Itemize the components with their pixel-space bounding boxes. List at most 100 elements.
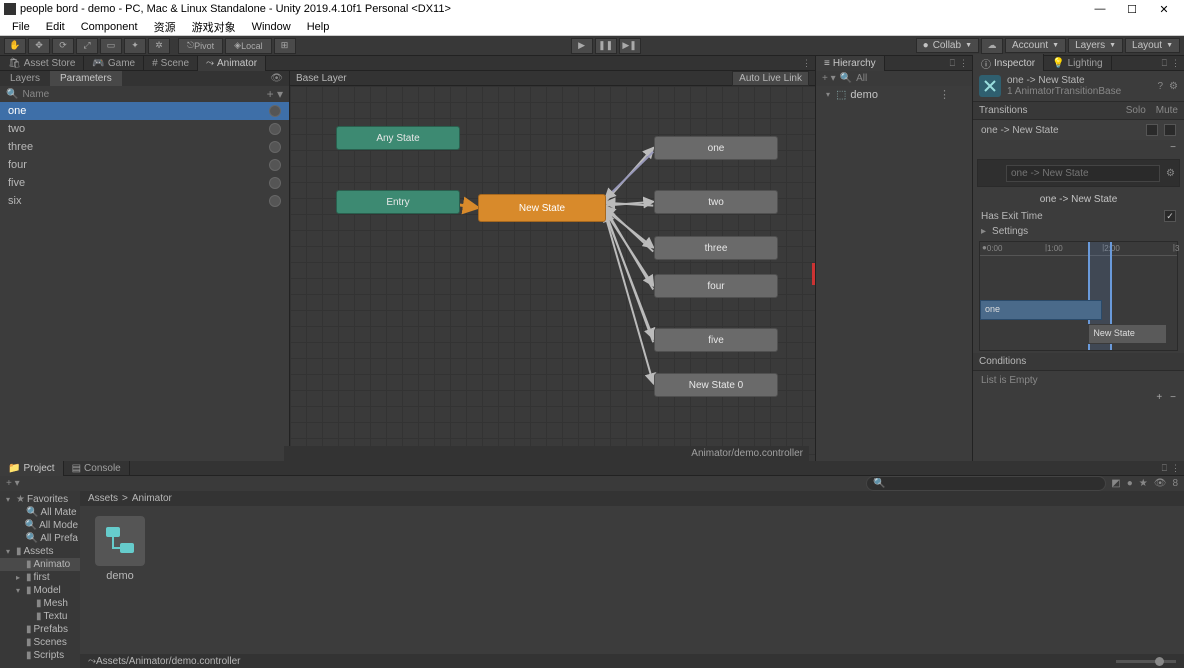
tab-game[interactable]: 🎮 Game — [84, 56, 144, 71]
help-icon[interactable]: ? — [1157, 81, 1163, 92]
menu-assets[interactable]: 资源 — [146, 19, 184, 35]
param-row-five[interactable]: five — [0, 174, 289, 192]
tree-item[interactable]: ▮ Textu — [0, 610, 80, 623]
tab-hierarchy[interactable]: ≡ Hierarchy — [816, 56, 885, 71]
tree-item[interactable]: ▮ Mesh — [0, 597, 80, 610]
node-new-state-0[interactable]: New State 0 — [654, 373, 778, 397]
scale-tool[interactable]: ⤢ — [76, 38, 98, 54]
menu-window[interactable]: Window — [244, 21, 299, 33]
tab-asset-store[interactable]: 🛍 Asset Store — [0, 56, 84, 71]
tree-item[interactable]: ▾▮ Model — [0, 584, 80, 597]
tab-menu-icon[interactable]: ⋮ — [802, 58, 811, 69]
step-button[interactable]: ▶❚ — [619, 38, 641, 54]
project-menu-icon[interactable]: ⋮ — [1171, 463, 1180, 474]
collab-dropdown[interactable]: ● Collab — [916, 38, 979, 53]
param-toggle[interactable] — [269, 123, 281, 135]
remove-transition-button[interactable]: − — [1170, 142, 1176, 153]
subtab-layers[interactable]: Layers — [0, 71, 50, 86]
project-tree[interactable]: ▾★ Favorites🔍 All Mate🔍 All Mode🔍 All Pr… — [0, 491, 80, 668]
has-exit-time-checkbox[interactable] — [1164, 210, 1176, 222]
rect-tool[interactable]: ▭ — [100, 38, 122, 54]
hierarchy-lock-icon[interactable]: ⎕ — [950, 58, 955, 69]
search-by-label-icon[interactable]: ● — [1127, 478, 1133, 489]
node-any-state[interactable]: Any State — [336, 126, 460, 150]
timeline-clip-one[interactable]: one — [980, 300, 1102, 320]
tab-lighting[interactable]: 💡 Lighting — [1044, 56, 1111, 71]
project-breadcrumb[interactable]: Assets > Animator — [80, 491, 1184, 506]
eye-icon[interactable]: 👁 — [270, 73, 289, 84]
tab-project[interactable]: 📁 Project — [0, 461, 64, 476]
tree-item[interactable]: ▾▮ Assets — [0, 545, 80, 558]
solo-checkbox[interactable] — [1146, 124, 1158, 136]
auto-live-link-toggle[interactable]: Auto Live Link — [732, 71, 809, 86]
hierarchy-item-menu-icon[interactable]: ⋮ — [939, 88, 950, 101]
menu-component[interactable]: Component — [73, 21, 146, 33]
thumbnail-size-slider[interactable] — [1116, 660, 1176, 663]
project-add-button[interactable]: + ▾ — [6, 478, 20, 489]
animator-graph[interactable]: Any State Entry New State one two three … — [290, 86, 815, 461]
param-row-three[interactable]: three — [0, 138, 289, 156]
tree-item[interactable]: ▮ Scripts — [0, 649, 80, 662]
custom-tool[interactable]: ✲ — [148, 38, 170, 54]
param-filter-label[interactable]: Name — [22, 89, 49, 100]
menu-edit[interactable]: Edit — [38, 21, 73, 33]
account-dropdown[interactable]: Account — [1005, 38, 1066, 53]
tree-item[interactable]: ▾★ Favorites — [0, 493, 80, 506]
minimize-button[interactable]: — — [1084, 3, 1116, 15]
hierarchy-menu-icon[interactable]: ⋮ — [959, 58, 968, 69]
asset-demo-controller[interactable]: demo — [90, 516, 150, 582]
node-new-state[interactable]: New State — [478, 194, 606, 222]
tab-scene[interactable]: # Scene — [144, 56, 198, 71]
tree-item[interactable]: ▮ Animato — [0, 558, 80, 571]
param-row-six[interactable]: six — [0, 192, 289, 210]
param-toggle[interactable] — [269, 177, 281, 189]
menu-file[interactable]: File — [4, 21, 38, 33]
snap-toggle[interactable]: ⊞ — [274, 38, 296, 54]
param-toggle[interactable] — [269, 159, 281, 171]
local-toggle[interactable]: ◈Local — [225, 38, 271, 54]
tree-item[interactable]: 🔍 All Mate — [0, 506, 80, 519]
project-search-input[interactable] — [866, 476, 1106, 491]
add-param-button[interactable]: + ▾ — [267, 87, 283, 101]
hierarchy-item-demo[interactable]: ⬚ demo ⋮ — [816, 86, 972, 103]
param-row-four[interactable]: four — [0, 156, 289, 174]
layers-dropdown[interactable]: Layers — [1068, 38, 1123, 53]
transition-list-item[interactable]: one -> New State — [973, 120, 1184, 140]
hidden-packages-icon[interactable]: 👁 — [1154, 478, 1167, 489]
save-search-icon[interactable]: ★ — [1139, 478, 1148, 489]
project-lock-icon[interactable]: ⎕ — [1162, 463, 1167, 474]
hand-tool[interactable]: ✋ — [4, 38, 26, 54]
tree-item[interactable]: 🔍 All Prefa — [0, 532, 80, 545]
add-condition-button[interactable]: + — [1156, 392, 1162, 403]
param-toggle[interactable] — [269, 141, 281, 153]
breadcrumb-base-layer[interactable]: Base Layer — [296, 73, 347, 84]
node-three[interactable]: three — [654, 236, 778, 260]
param-row-two[interactable]: two — [0, 120, 289, 138]
search-by-type-icon[interactable]: ◩ — [1111, 478, 1120, 489]
node-four[interactable]: four — [654, 274, 778, 298]
node-one[interactable]: one — [654, 136, 778, 160]
transition-timeline[interactable]: ●0:00 |1:00 |2:00 |3 one New State — [979, 241, 1178, 351]
hierarchy-search-label[interactable]: All — [856, 73, 867, 84]
tree-item[interactable]: ▮ Prefabs — [0, 623, 80, 636]
move-tool[interactable]: ✥ — [28, 38, 50, 54]
timeline-clip-newstate[interactable]: New State — [1088, 324, 1167, 344]
node-two[interactable]: two — [654, 190, 778, 214]
tree-item[interactable]: ▮ Scenes — [0, 636, 80, 649]
hierarchy-add-button[interactable]: + ▾ — [822, 73, 836, 84]
subtab-parameters[interactable]: Parameters — [50, 71, 122, 86]
inspector-menu-icon[interactable]: ⋮ — [1171, 58, 1180, 69]
gear-icon[interactable]: ⚙ — [1166, 168, 1175, 179]
layout-dropdown[interactable]: Layout — [1125, 38, 1180, 53]
tree-item[interactable]: ▸▮ first — [0, 571, 80, 584]
tab-inspector[interactable]: ⓘ Inspector — [973, 54, 1044, 73]
transition-name-input[interactable] — [1006, 165, 1160, 182]
node-five[interactable]: five — [654, 328, 778, 352]
menu-help[interactable]: Help — [299, 21, 338, 33]
tab-animator[interactable]: ⤳ Animator — [198, 56, 266, 71]
inspector-lock-icon[interactable]: ⎕ — [1162, 58, 1167, 69]
remove-condition-button[interactable]: − — [1170, 392, 1176, 403]
maximize-button[interactable]: ☐ — [1116, 3, 1148, 16]
pivot-toggle[interactable]: ⎋Pivot — [178, 38, 223, 54]
param-row-one[interactable]: one — [0, 102, 289, 120]
